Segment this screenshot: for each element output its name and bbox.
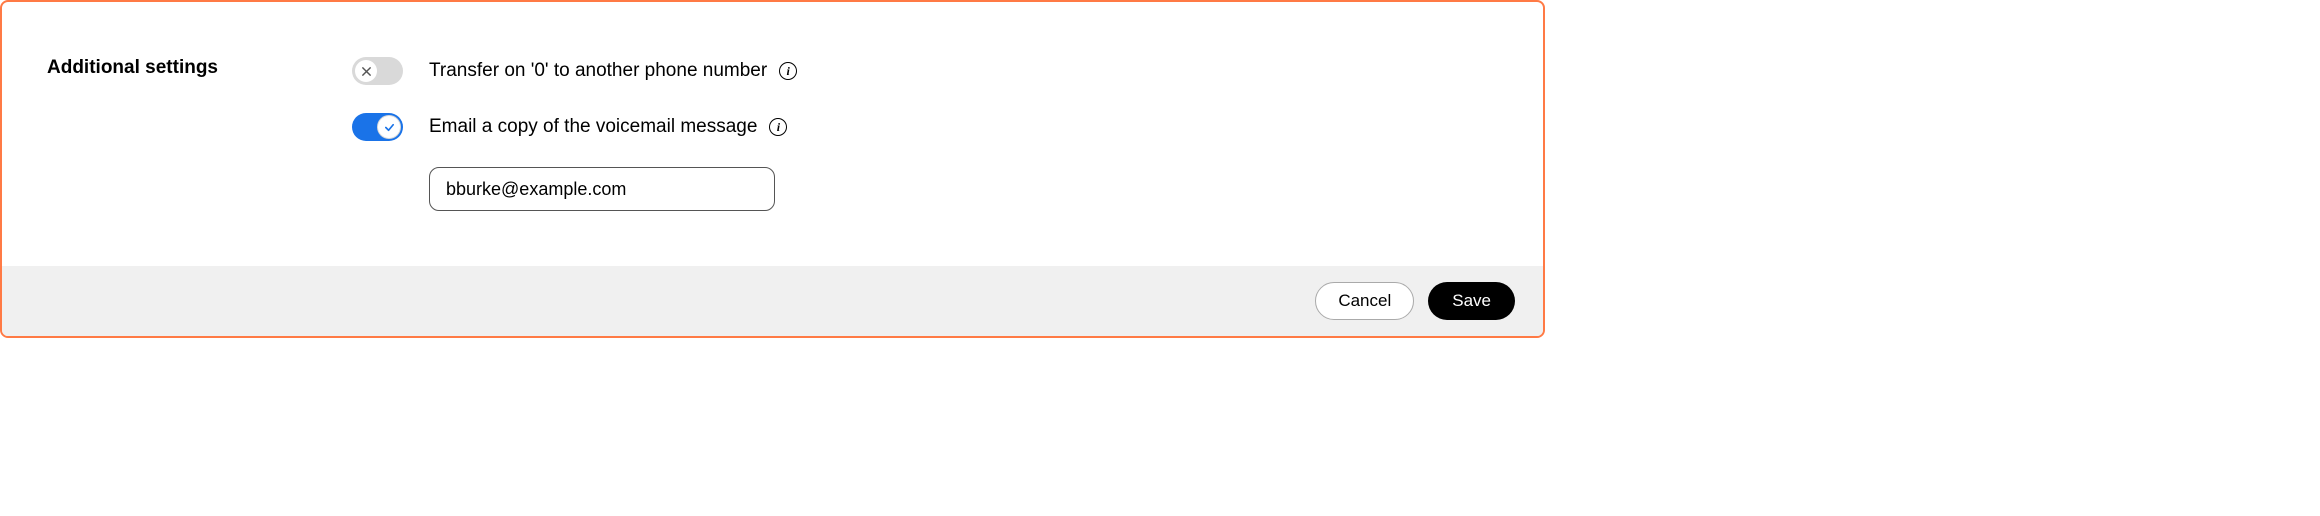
email-copy-label: Email a copy of the voicemail message — [429, 116, 757, 138]
settings-content: Additional settings Transfer on '0' to a… — [2, 2, 1543, 266]
transfer-label: Transfer on '0' to another phone number — [429, 60, 767, 82]
action-footer: Cancel Save — [2, 266, 1543, 336]
email-field[interactable] — [429, 167, 775, 211]
x-icon — [361, 66, 372, 77]
section-title: Additional settings — [47, 57, 352, 79]
info-icon[interactable] — [769, 118, 787, 136]
email-copy-toggle[interactable] — [352, 113, 403, 141]
settings-panel: Additional settings Transfer on '0' to a… — [0, 0, 1545, 338]
cancel-button[interactable]: Cancel — [1315, 282, 1414, 320]
setting-transfer-row: Transfer on '0' to another phone number — [352, 57, 1498, 85]
email-input-row — [429, 167, 1498, 211]
transfer-toggle[interactable] — [352, 57, 403, 85]
info-icon[interactable] — [779, 62, 797, 80]
toggle-knob-on — [377, 115, 401, 139]
settings-list: Transfer on '0' to another phone number … — [352, 57, 1498, 211]
save-button[interactable]: Save — [1428, 282, 1515, 320]
toggle-knob-off — [354, 59, 378, 83]
check-icon — [384, 122, 395, 133]
setting-email-row: Email a copy of the voicemail message — [352, 113, 1498, 141]
